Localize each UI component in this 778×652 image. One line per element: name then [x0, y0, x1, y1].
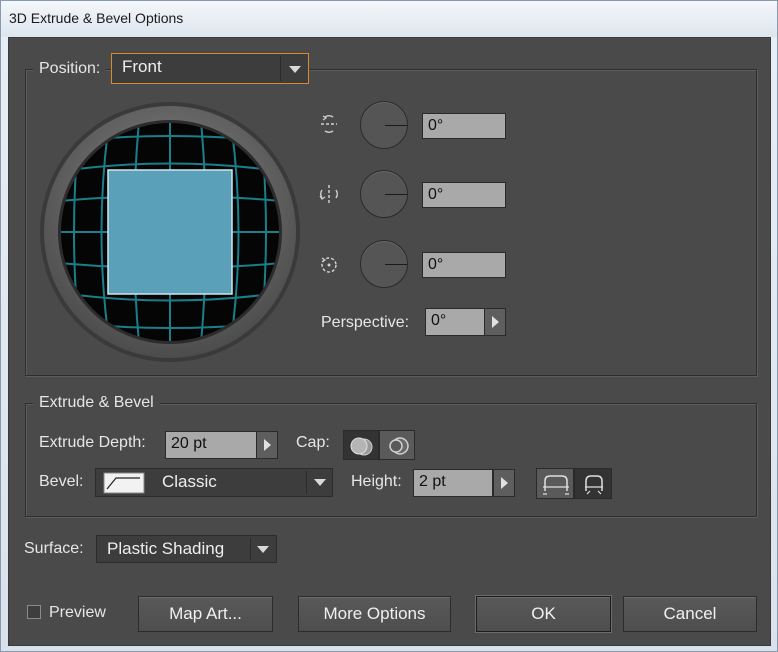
cap-on-button[interactable] [343, 430, 379, 460]
bevel-extent-in-button[interactable] [574, 468, 612, 499]
extrude-depth-slider-button[interactable] [256, 431, 278, 459]
cube-front-face [107, 169, 233, 295]
dropdown-separator [250, 538, 251, 560]
cap-label: Cap: [296, 434, 330, 451]
ok-label: OK [531, 604, 556, 623]
map-art-button[interactable]: Map Art... [138, 596, 273, 632]
dropdown-separator [306, 471, 307, 494]
more-options-label: More Options [323, 604, 426, 623]
z-angle-field[interactable]: 0° [422, 252, 506, 278]
cap-solid-icon [350, 437, 373, 456]
bevel-out-icon [543, 475, 569, 495]
bevel-classic-icon [103, 472, 145, 494]
chevron-down-icon [257, 546, 269, 553]
dialog-window: 3D Extrude & Bevel Options Position: Fro… [0, 0, 778, 652]
x-axis-dial[interactable] [360, 101, 408, 149]
surface-dropdown[interactable]: Plastic Shading [96, 535, 277, 563]
chevron-right-icon [264, 439, 271, 451]
position-label: Position: [33, 60, 107, 78]
surface-value: Plastic Shading [107, 539, 225, 558]
window-title: 3D Extrude & Bevel Options [9, 10, 184, 26]
preview-checkbox[interactable] [27, 605, 41, 619]
more-options-button[interactable]: More Options [298, 596, 451, 632]
rotate-y-icon [319, 185, 338, 203]
cancel-button[interactable]: Cancel [623, 596, 757, 632]
bevel-dropdown[interactable]: Classic [95, 468, 333, 497]
dialog-body: Position: Front 0° 0° 0° Perspective: 0°… [8, 37, 771, 646]
x-angle-value: 0° [428, 117, 444, 134]
perspective-field[interactable]: 0° [425, 308, 485, 336]
height-field[interactable]: 2 pt [413, 469, 493, 497]
title-bar[interactable]: 3D Extrude & Bevel Options [1, 1, 777, 37]
extrude-depth-value: 20 pt [171, 435, 207, 452]
bevel-extent-out-button[interactable] [536, 468, 574, 499]
bevel-value: Classic [162, 472, 217, 491]
map-art-label: Map Art... [169, 604, 242, 623]
chevron-down-icon[interactable] [314, 479, 326, 486]
height-label: Height: [351, 473, 402, 490]
extrude-depth-label: Extrude Depth: [39, 434, 146, 451]
bevel-in-icon [585, 475, 603, 495]
position-preset-dropdown[interactable]: Front [111, 53, 309, 84]
y-axis-dial[interactable] [360, 170, 408, 218]
rotate-z-icon [321, 257, 337, 273]
position-preset-value: Front [122, 57, 162, 76]
y-angle-field[interactable]: 0° [422, 182, 506, 208]
cap-hollow-icon [389, 437, 409, 455]
bevel-label: Bevel: [39, 473, 84, 490]
chevron-right-icon [501, 477, 508, 489]
preview-label[interactable]: Preview [49, 604, 106, 622]
extrude-depth-field[interactable]: 20 pt [165, 431, 257, 459]
chevron-right-icon [492, 316, 499, 328]
cap-off-button[interactable] [379, 430, 415, 460]
rotate-x-icon [321, 115, 337, 133]
height-value: 2 pt [419, 473, 446, 490]
surface-label: Surface: [24, 540, 84, 557]
z-angle-value: 0° [428, 256, 444, 273]
chevron-down-icon [289, 66, 301, 73]
dropdown-separator [280, 56, 281, 81]
perspective-slider-button[interactable] [484, 308, 506, 336]
extrude-bevel-title: Extrude & Bevel [33, 394, 160, 412]
z-axis-dial[interactable] [360, 240, 408, 288]
y-angle-value: 0° [428, 186, 444, 203]
cancel-label: Cancel [663, 604, 717, 623]
ok-button[interactable]: OK [476, 596, 611, 632]
perspective-label: Perspective: [321, 314, 410, 331]
rotation-track-cube[interactable] [39, 101, 301, 363]
perspective-value: 0° [431, 312, 447, 329]
height-slider-button[interactable] [493, 469, 515, 497]
x-angle-field[interactable]: 0° [422, 113, 506, 139]
